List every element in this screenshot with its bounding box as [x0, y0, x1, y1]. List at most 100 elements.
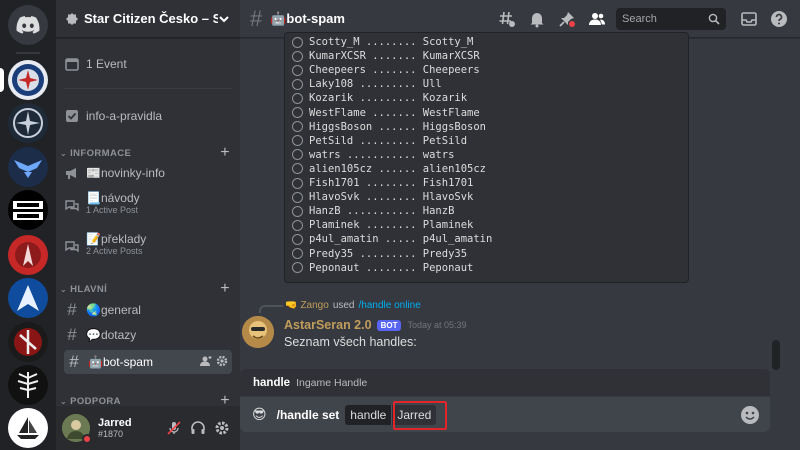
- emoji-picker-button[interactable]: [740, 405, 760, 425]
- server-dark-emblem[interactable]: [8, 322, 48, 362]
- gear-icon: [215, 421, 229, 435]
- option-name: handle: [253, 376, 291, 389]
- handle-row: Peponaut ........ Peponaut: [292, 262, 473, 274]
- help-button[interactable]: [766, 6, 792, 32]
- circle-icon: [292, 177, 303, 189]
- gear-icon[interactable]: [216, 355, 228, 370]
- threads-button[interactable]: [494, 6, 520, 32]
- channel-info-a-pravidla[interactable]: info-a-pravidla: [64, 106, 232, 126]
- chevron-down-icon[interactable]: [218, 13, 230, 25]
- message-composer[interactable]: 😎 /handle set handle Jarred: [240, 397, 770, 432]
- command-option-autocomplete[interactable]: handle Ingame Handle: [240, 369, 770, 396]
- bot-avatar[interactable]: [242, 316, 274, 348]
- inbox-button[interactable]: [736, 6, 762, 32]
- reply-reference[interactable]: 🤜 Zango used /handle online: [285, 300, 421, 311]
- user-panel: Jarred #1870: [56, 406, 240, 450]
- discord-logo-icon: [16, 16, 40, 34]
- circle-icon: [292, 163, 303, 175]
- channel-novinky-info[interactable]: 📰novinky-info: [64, 163, 232, 183]
- command-user-emoji: 😎: [252, 406, 267, 422]
- home-button[interactable]: [8, 5, 48, 45]
- add-channel-icon[interactable]: +: [220, 280, 230, 298]
- server-star-citizen[interactable]: [8, 103, 48, 143]
- server-the-ravens[interactable]: [8, 147, 48, 187]
- circle-icon: [292, 36, 303, 48]
- circle-icon: [292, 262, 303, 274]
- reply-user-emoji: 🤜: [285, 300, 298, 311]
- message-author[interactable]: AstarSeran 2.0: [284, 318, 372, 332]
- microphone-muted-icon: [167, 421, 181, 435]
- channel-bot-spam[interactable]: # 🤖bot-spam: [64, 350, 232, 374]
- invite-user-icon[interactable]: [200, 355, 212, 370]
- server-feather-emblem[interactable]: [8, 365, 48, 405]
- circle-icon: [292, 135, 303, 147]
- member-list-button[interactable]: [584, 6, 610, 32]
- username: Jarred: [98, 417, 132, 429]
- guild-header[interactable]: Star Citizen Česko – S...: [56, 0, 240, 38]
- hashtag-icon: #: [67, 325, 77, 344]
- server-ship-emblem[interactable]: [8, 408, 48, 448]
- channel-label: 📝překlady: [86, 232, 147, 246]
- active-posts-count: 1 Active Post: [86, 205, 139, 215]
- channel-label: 🌏general: [86, 303, 141, 317]
- channel-label: info-a-pravidla: [86, 109, 163, 123]
- dnd-status-icon: [82, 434, 92, 444]
- chat-area: # 🤖bot-spam Search Scotty_M ........ Sco…: [240, 0, 800, 450]
- channel-dotazy[interactable]: # 💬dotazy: [64, 324, 232, 346]
- channel-title: 🤖bot-spam: [270, 10, 345, 26]
- avatar[interactable]: [62, 414, 92, 444]
- pinned-messages-button[interactable]: [554, 6, 580, 32]
- category-informace[interactable]: ⌄ INFORMACE +: [60, 144, 230, 162]
- server-star-citizen-cesko[interactable]: [8, 60, 48, 100]
- reply-user[interactable]: Zango: [300, 300, 328, 311]
- hashtag-icon: #: [69, 352, 79, 371]
- forum-preklady[interactable]: 📝překlady 2 Active Posts: [64, 232, 232, 262]
- ship-emblem-icon: [17, 417, 39, 439]
- handles-code-block: Scotty_M ........ Scotty_M KumarXCSR ....…: [284, 32, 689, 283]
- chevron-down-icon: ⌄: [60, 284, 68, 294]
- deafen-button[interactable]: [186, 416, 210, 440]
- channel-general[interactable]: # 🌏general: [64, 299, 232, 321]
- handle-row-text: PetSild ......... PetSild: [309, 134, 468, 147]
- server-rail: [0, 0, 56, 450]
- reply-used-text: used: [332, 300, 355, 311]
- search-input[interactable]: Search: [616, 7, 726, 30]
- reply-spine: [259, 305, 283, 313]
- message-timestamp: Today at 05:39: [407, 320, 467, 330]
- handle-row: Cheepeers ....... Cheepeers: [292, 64, 480, 76]
- category-hlavni[interactable]: ⌄ HLAVNÍ +: [60, 280, 230, 298]
- events-link[interactable]: 1 Event: [64, 54, 232, 74]
- channel-label: 📰novinky-info: [86, 166, 165, 180]
- guild-name: Star Citizen Česko – S...: [84, 11, 218, 26]
- server-emblem-icon: [14, 328, 42, 356]
- reply-command[interactable]: /handle online: [359, 300, 421, 311]
- server-blue-arrow[interactable]: [8, 278, 48, 318]
- scrollbar-thumb[interactable]: [772, 340, 780, 370]
- circle-icon: [292, 191, 303, 203]
- handle-row-text: Predy35 ......... Predy35: [309, 247, 468, 260]
- server-pipeline[interactable]: [8, 190, 48, 230]
- forum-navody[interactable]: 📃návody 1 Active Post: [64, 191, 232, 221]
- rail-separator: [16, 52, 40, 54]
- mute-mic-button[interactable]: [162, 416, 186, 440]
- handle-row: Laky108 ......... Ull: [292, 78, 442, 90]
- handle-row: watrs ........... watrs: [292, 149, 454, 161]
- bell-icon: [530, 12, 544, 27]
- add-channel-icon[interactable]: +: [220, 144, 230, 162]
- circle-icon: [292, 205, 303, 217]
- notifications-button[interactable]: [524, 6, 550, 32]
- handle-row: alien105cz ...... alien105cz: [292, 163, 486, 175]
- forum-bubbles-icon: [64, 239, 80, 255]
- handle-row-text: HiggsBoson ...... HiggsBoson: [309, 120, 487, 133]
- handle-row-text: Cheepeers ....... Cheepeers: [309, 64, 480, 77]
- members-icon: [589, 12, 605, 25]
- channel-label: 💬dotazy: [86, 328, 137, 342]
- user-info[interactable]: Jarred #1870: [98, 417, 162, 439]
- user-settings-button[interactable]: [210, 416, 234, 440]
- command-option-label[interactable]: handle: [345, 404, 392, 425]
- handle-row: Scotty_M ........ Scotty_M: [292, 36, 473, 48]
- search-placeholder: Search: [622, 12, 657, 25]
- server-red-emblem[interactable]: [8, 235, 48, 275]
- feather-emblem-icon: [17, 372, 39, 398]
- highlight-annotation: [393, 401, 447, 430]
